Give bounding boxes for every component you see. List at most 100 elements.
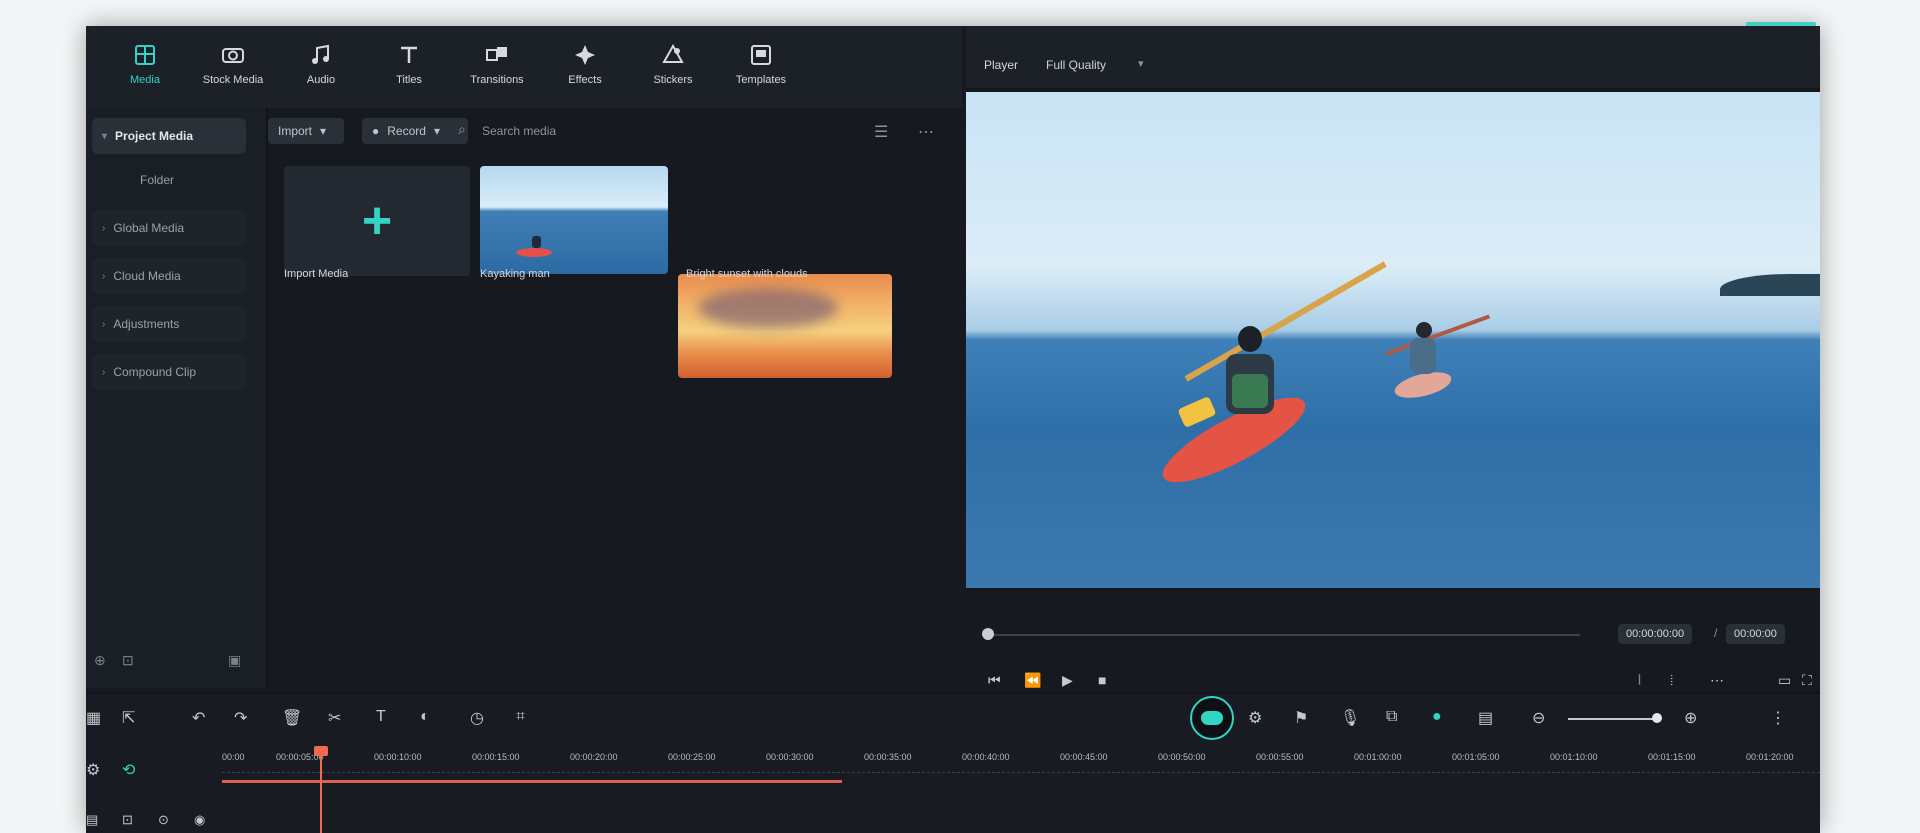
preview-island — [1720, 274, 1820, 296]
tab-stock-media-label: Stock Media — [202, 74, 264, 86]
settings-icon[interactable]: ⚙ — [1248, 708, 1262, 728]
templates-icon — [751, 45, 771, 65]
preview-paddle-1 — [1184, 261, 1387, 382]
display-settings-icon[interactable]: ⋯ — [1710, 672, 1724, 689]
timeline-toolbar: ▦ ⇱ ↶ ↷ 🗑 ✂ T ◐ ◷ ⌗ ⚙ ⚑ 🎙 ⧉ ● ▤ ⊖ ⊕ ⋮ — [86, 694, 1820, 744]
sidebar-item-folder[interactable]: Folder — [92, 162, 246, 198]
ruler-tick-label: 00:00:10:00 — [374, 752, 422, 762]
tab-stock-media[interactable]: Stock Media — [194, 26, 272, 108]
timecode-separator: / — [1714, 626, 1718, 640]
ruler-tick-label: 00:01:15:00 — [1648, 752, 1696, 762]
import-media-label: Import Media — [284, 268, 349, 280]
import-media-tile[interactable]: + — [284, 166, 470, 276]
chevron-down-icon: ▾ — [320, 124, 327, 138]
media-toolbar: Media Stock Media Audio Titles Transitio… — [86, 26, 962, 108]
timeline-ruler[interactable]: 00:00 00:00:05:00 00:00:10:00 00:00:15:0… — [222, 752, 1820, 782]
tab-titles-label: Titles — [396, 74, 422, 86]
total-timecode: 00:00:00 — [1726, 624, 1785, 644]
marker-icon[interactable]: ⚑ — [1294, 708, 1308, 728]
microphone-icon[interactable]: 🎙 — [1340, 708, 1360, 728]
tab-stickers[interactable]: Stickers — [634, 26, 712, 108]
search-icon: ⌕ — [458, 121, 466, 137]
record-label: Record — [387, 124, 426, 138]
video-preview[interactable] — [966, 92, 1820, 588]
chevron-down-icon: ▾ — [433, 124, 440, 138]
sidebar-item-cloud-media[interactable]: › Cloud Media — [92, 258, 246, 294]
layout-icon[interactable]: ▦ — [86, 708, 101, 728]
media-thumbnail-kayaking[interactable] — [480, 166, 668, 274]
media-thumbnail-sunset[interactable] — [678, 274, 892, 378]
sidebar-item-global-media[interactable]: › Global Media — [92, 210, 246, 246]
playhead[interactable] — [320, 750, 322, 833]
ruler-tick-label: 00:01:20:00 — [1746, 752, 1794, 762]
tab-templates[interactable]: Templates — [722, 26, 800, 108]
sidebar-item-label: Compound Clip — [113, 365, 197, 379]
track-visibility-icon[interactable]: ◉ — [194, 812, 205, 828]
link-icon[interactable]: ⟲ — [122, 760, 135, 780]
select-tool-icon[interactable]: ⇱ — [122, 708, 135, 728]
filter-icon[interactable]: ☰ — [874, 122, 888, 142]
media-icon — [135, 45, 155, 65]
more-options-icon[interactable]: ⋯ — [918, 122, 934, 142]
grid-icon[interactable]: ▤ — [1478, 708, 1493, 728]
collapse-panel-icon[interactable]: ▣ — [228, 652, 241, 669]
ruler-tick-label: 00:00:15:00 — [472, 752, 520, 762]
sidebar-item-project-media[interactable]: ▾ Project Media — [92, 118, 246, 154]
stop-icon[interactable]: ■ — [1098, 672, 1106, 688]
player-header: Player Full Quality ▾ — [966, 26, 1820, 88]
scrub-handle[interactable] — [982, 628, 994, 640]
scrub-bar[interactable] — [990, 634, 1580, 636]
search-input[interactable]: Search media — [482, 124, 556, 138]
color-icon[interactable]: ◐ — [420, 708, 430, 726]
track-folder-icon[interactable]: ⊡ — [122, 812, 133, 828]
import-folder-icon[interactable]: ⊡ — [122, 652, 134, 669]
preview-head-1 — [1238, 326, 1262, 352]
panel-toggle-icon[interactable]: ⋮ — [1770, 708, 1786, 728]
undo-icon[interactable]: ↶ — [192, 708, 205, 728]
mark-out-icon[interactable]: ⦙ — [1670, 672, 1673, 689]
redo-icon[interactable]: ↷ — [234, 708, 247, 728]
zoom-out-icon[interactable]: ⊖ — [1532, 708, 1545, 728]
record-dropdown[interactable]: ● Record ▾ — [362, 118, 468, 144]
split-icon[interactable]: ✂ — [328, 708, 341, 728]
playhead-handle[interactable] — [314, 746, 328, 756]
timer-icon[interactable]: ◷ — [470, 708, 484, 728]
mark-in-icon[interactable]: ⦚ — [1638, 672, 1641, 689]
text-tool-icon[interactable]: T — [376, 708, 386, 726]
chevron-right-icon: › — [102, 318, 106, 330]
record-icon: ● — [372, 124, 380, 138]
zoom-in-icon[interactable]: ⊕ — [1684, 708, 1697, 728]
fullscreen-icon[interactable]: ⛶ — [1802, 672, 1812, 689]
ai-assistant-button[interactable] — [1190, 696, 1234, 740]
tab-audio[interactable]: Audio — [282, 26, 360, 108]
snapshot-icon[interactable]: ▭ — [1778, 672, 1791, 689]
picture-in-picture-icon[interactable]: ⧉ — [1386, 708, 1397, 726]
new-folder-icon[interactable]: ⊕ — [94, 652, 106, 669]
media-thumbnail-label: Bright sunset with clouds — [686, 268, 808, 280]
tab-titles[interactable]: Titles — [370, 26, 448, 108]
track-lock-icon[interactable]: ⊙ — [158, 812, 169, 828]
sidebar-footer: ⊕ ⊡ ▣ — [86, 652, 266, 676]
sidebar-item-compound-clip[interactable]: › Compound Clip — [92, 354, 246, 390]
zoom-slider-handle[interactable] — [1652, 713, 1662, 723]
thumbnail-cloud — [698, 288, 838, 328]
delete-icon[interactable]: 🗑 — [282, 708, 302, 728]
sidebar-item-adjustments[interactable]: › Adjustments — [92, 306, 246, 342]
snap-icon[interactable]: ● — [1432, 708, 1442, 726]
tab-effects[interactable]: Effects — [546, 26, 624, 108]
rewind-icon[interactable]: ⏪ — [1024, 672, 1041, 689]
ruler-tick-label: 00:01:00:00 — [1354, 752, 1402, 762]
tab-media[interactable]: Media — [106, 26, 184, 108]
tab-transitions[interactable]: Transitions — [458, 26, 536, 108]
media-sidebar: ▾ Project Media Folder › Global Media › … — [86, 108, 266, 688]
play-icon[interactable]: ▶ — [1062, 672, 1073, 689]
quality-dropdown[interactable]: Full Quality — [1046, 58, 1106, 72]
lock-track-icon[interactable]: ⚙ — [86, 760, 100, 780]
previous-frame-icon[interactable]: ⏮ — [988, 672, 1001, 689]
ruler-tick-label: 00:00:50:00 — [1158, 752, 1206, 762]
chevron-right-icon: › — [102, 366, 106, 378]
import-dropdown[interactable]: Import ▾ — [268, 118, 344, 144]
zoom-slider[interactable] — [1568, 718, 1656, 720]
crop-icon[interactable]: ⌗ — [516, 708, 525, 726]
add-track-icon[interactable]: ▤ — [86, 812, 98, 828]
